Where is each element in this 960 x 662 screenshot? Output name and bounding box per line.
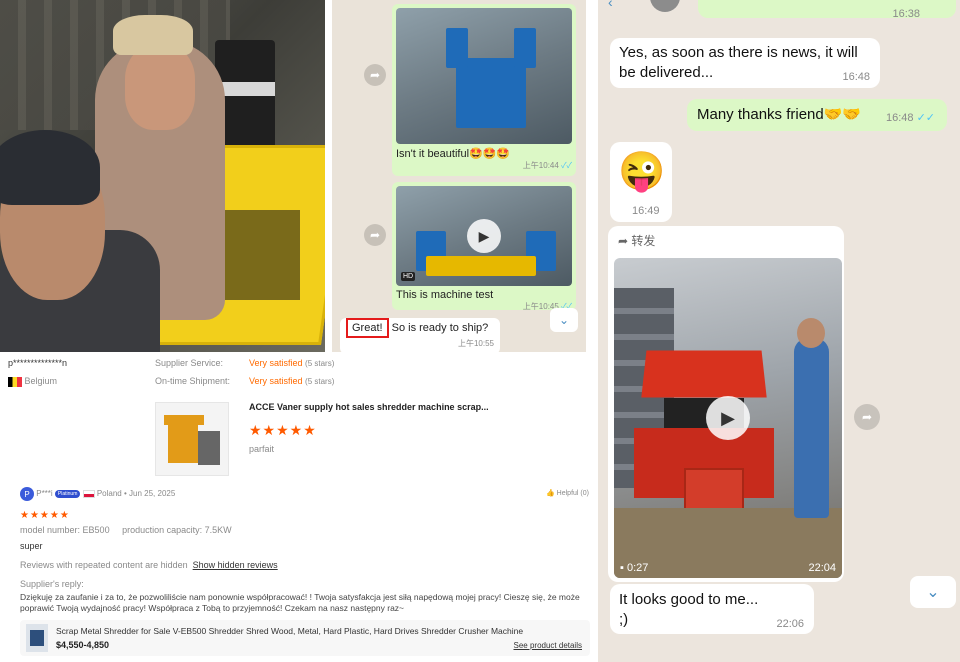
reviewer-country: Belgium	[8, 376, 57, 387]
forward-arrow-icon: ➦	[618, 234, 629, 248]
product-comment: parfait	[249, 444, 275, 454]
bar-product-title: Scrap Metal Shredder for Sale V-EB500 Sh…	[56, 626, 524, 636]
message-time: 16:48	[842, 71, 870, 83]
video-duration: ▪ 0:27	[620, 562, 649, 574]
message-text: It looks good to me...	[619, 591, 759, 608]
product-rating-stars: ★★★★★	[249, 422, 317, 438]
see-details-link[interactable]: See product details	[514, 641, 583, 650]
product-motor	[198, 431, 220, 465]
product-hopper	[168, 423, 198, 463]
blue-motor-left	[446, 28, 468, 68]
message-text-line2: ;)	[619, 611, 629, 628]
product-title-link[interactable]: ACCE Vaner supply hot sales shredder mac…	[249, 402, 489, 412]
incoming-message[interactable]: Great! So is ready to ship? 上午10:55	[340, 318, 500, 354]
show-hidden-link[interactable]: Show hidden reviews	[193, 560, 278, 570]
incoming-message[interactable]: It looks good to me... ;) 22:06	[610, 584, 814, 634]
collage: ➦ Isn't it beautiful🤩🤩🤩 上午10:44 ✓✓ ➦ ▶ H…	[0, 0, 960, 662]
message-time: 16:49	[632, 205, 660, 217]
message-meta: 16:48 ✓✓	[885, 112, 935, 124]
red-crate	[684, 468, 744, 513]
ontime-label: On-time Shipment:	[155, 376, 231, 386]
helpful-button[interactable]: 👍 Helpful (0)	[546, 489, 589, 497]
forward-icon[interactable]: ➦	[854, 404, 880, 430]
belgium-flag-icon	[8, 376, 22, 387]
incoming-message[interactable]: Yes, as soon as there is news, it will b…	[610, 38, 880, 88]
bar-product-shape	[30, 630, 44, 646]
message-caption: Isn't it beautiful🤩🤩🤩	[396, 148, 511, 160]
video-time: 22:04	[808, 562, 836, 574]
message-meta: 上午10:44 ✓✓	[522, 161, 572, 170]
supplier-reply-label: Supplier's reply:	[20, 579, 84, 589]
person-head	[797, 318, 825, 348]
emoji-message[interactable]: 😜 16:49	[610, 142, 672, 222]
message-time: 16:38	[892, 8, 920, 20]
ontime-value: Very satisfied (5 stars)	[249, 376, 335, 386]
message-text: Many thanks friend🤝🤝	[697, 106, 862, 123]
contact-avatar[interactable]	[650, 0, 680, 12]
bar-product-thumb	[26, 624, 48, 652]
photo-beanie	[0, 130, 100, 205]
hidden-note: Reviews with repeated content are hidden…	[20, 560, 278, 570]
forward-icon[interactable]: ➦	[364, 64, 386, 86]
read-ticks-icon: ✓✓	[916, 112, 935, 124]
right-chat: ‹ 16:38 Yes, as soon as there is news, i…	[598, 0, 960, 662]
middle-chat: ➦ Isn't it beautiful🤩🤩🤩 上午10:44 ✓✓ ➦ ▶ H…	[332, 0, 586, 358]
bar-price: $4,550-4,850	[56, 640, 110, 650]
product-top	[164, 415, 204, 425]
image-message[interactable]: Isn't it beautiful🤩🤩🤩 上午10:44 ✓✓	[392, 4, 576, 176]
hd-badge: HD	[401, 272, 416, 281]
person-blue-shirt	[794, 338, 829, 518]
scroll-down-icon[interactable]: ⌄	[550, 308, 578, 332]
video-camera-icon: ▪	[620, 562, 624, 574]
review2-specs: model number: EB500 production capacity:…	[20, 525, 232, 535]
blue-motor-right	[514, 28, 536, 68]
play-icon[interactable]: ▶	[467, 219, 501, 253]
message-meta: 上午10:45 ✓✓	[522, 302, 572, 311]
supplier-reply-text: Dziękuję za zaufanie i za to, że pozwoli…	[20, 592, 580, 613]
platinum-badge: Platinum	[54, 490, 81, 498]
yellow-frame	[426, 256, 536, 276]
photo-hat	[113, 15, 193, 55]
message-time: 22:06	[776, 618, 804, 630]
supplier-service-label: Supplier Service:	[155, 358, 224, 368]
photo-person-standing-head	[125, 45, 195, 130]
highlighted-text: Great!	[346, 318, 389, 338]
message-text: Great! So is ready to ship?	[346, 318, 494, 338]
message-text: Yes, as soon as there is news, it will b…	[619, 44, 858, 81]
winking-tongue-emoji: 😜	[618, 151, 666, 193]
reviewer-name: p**************n	[8, 358, 68, 368]
customer-photo	[0, 0, 325, 352]
message-time: 上午10:55	[457, 339, 494, 348]
forward-icon[interactable]: ➦	[364, 224, 386, 246]
read-ticks-icon: ✓✓	[561, 161, 572, 170]
forwarded-label: ➦ 转发	[618, 234, 656, 248]
scroll-down-icon[interactable]: ⌄	[910, 576, 956, 608]
video-thumbnail[interactable]: ▶ ▪ 0:27 22:04	[614, 258, 842, 578]
product-thumbnail[interactable]	[155, 402, 229, 476]
user-avatar: P	[20, 487, 34, 501]
video-message[interactable]: ▶ HD This is machine test 上午10:45 ✓✓	[392, 182, 576, 311]
review2-comment: super	[20, 541, 43, 551]
blue-shredder-body	[456, 58, 526, 128]
review2-stars: ★★★★★	[20, 510, 70, 521]
message-caption: This is machine test	[396, 289, 494, 301]
video-thumbnail[interactable]: ▶ HD	[396, 186, 572, 286]
supplier-service-value: Very satisfied (5 stars)	[249, 358, 335, 368]
review-panel: p**************n Belgium Supplier Servic…	[0, 352, 595, 662]
poland-flag-icon	[82, 490, 95, 498]
back-icon[interactable]: ‹	[608, 0, 622, 10]
outgoing-message-partial[interactable]: 16:38	[698, 0, 956, 20]
machine-image[interactable]	[396, 8, 572, 144]
red-hopper	[641, 350, 767, 398]
product-bar[interactable]: Scrap Metal Shredder for Sale V-EB500 Sh…	[20, 620, 590, 656]
review2-header: P P***i Platinum Poland • Jun 25, 2025	[20, 487, 175, 501]
play-icon[interactable]: ▶	[706, 396, 750, 440]
outgoing-message[interactable]: Many thanks friend🤝🤝 16:48 ✓✓	[687, 99, 947, 131]
